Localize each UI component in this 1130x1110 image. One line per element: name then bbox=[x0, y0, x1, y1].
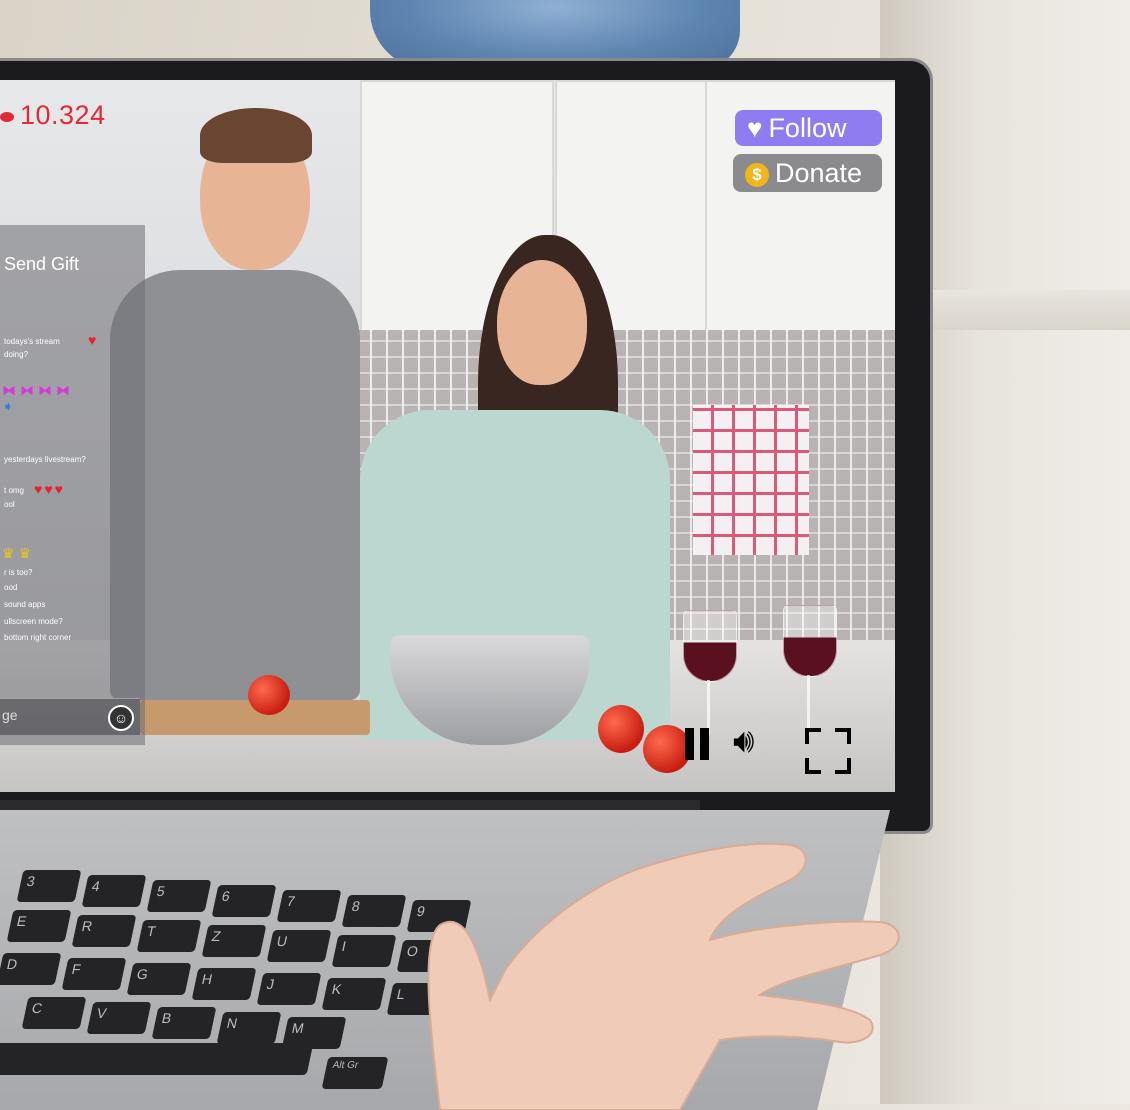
eye-icon bbox=[0, 111, 14, 122]
keyboard-key[interactable]: K bbox=[321, 978, 387, 1010]
stream-video[interactable]: 10.324 Send Gift todays's stream doing? … bbox=[0, 80, 895, 792]
wine-glass-stem bbox=[807, 675, 810, 730]
keyboard-key[interactable]: N bbox=[216, 1012, 282, 1044]
volume-icon[interactable]: 🔊︎ bbox=[733, 722, 754, 761]
bow-reaction-icon: ⧓⧓⧓⧓ bbox=[2, 382, 74, 398]
chat-message: bottom right corner bbox=[4, 633, 72, 642]
smiley-icon[interactable]: ☺ bbox=[108, 705, 134, 731]
background-shelf bbox=[905, 290, 1130, 330]
user-hand bbox=[427, 842, 900, 1110]
chat-message-input[interactable]: ge ☺ bbox=[0, 698, 140, 735]
keyboard-key[interactable]: 3 bbox=[16, 870, 82, 902]
keyboard-key[interactable]: 7 bbox=[276, 890, 342, 922]
follow-button[interactable]: ♥ Follow bbox=[735, 110, 882, 146]
tomato bbox=[643, 725, 691, 773]
keyboard-key[interactable]: R bbox=[71, 915, 137, 947]
crown-reaction-icon: ♛♛ bbox=[2, 545, 36, 561]
chat-message: ullscreen mode? bbox=[4, 617, 63, 626]
tomato bbox=[598, 705, 644, 753]
follow-label: Follow bbox=[768, 113, 847, 143]
tomato bbox=[248, 675, 290, 715]
keyboard-key[interactable]: C bbox=[21, 997, 87, 1029]
keyboard-key[interactable]: Alt Gr bbox=[321, 1057, 389, 1089]
donate-label: Donate bbox=[775, 158, 863, 188]
heart-reaction-icon: ♥ bbox=[88, 332, 97, 348]
fullscreen-icon[interactable] bbox=[805, 728, 851, 774]
keyboard-key[interactable]: B bbox=[151, 1007, 217, 1039]
keyboard-key[interactable]: 4 bbox=[81, 875, 147, 907]
heart-reaction-icon: ♥♥♥ bbox=[34, 481, 65, 497]
chat-message: todays's stream bbox=[4, 337, 60, 346]
keyboard-key[interactable]: 5 bbox=[146, 880, 212, 912]
photo-scene: 10.324 Send Gift todays's stream doing? … bbox=[0, 0, 1130, 1110]
send-gift-label[interactable]: Send Gift bbox=[4, 254, 79, 275]
wine-glass-stem bbox=[707, 680, 710, 735]
chat-panel[interactable] bbox=[0, 225, 145, 745]
keyboard-key[interactable]: E bbox=[6, 910, 72, 942]
coin-icon: $ bbox=[745, 162, 769, 187]
keyboard-key[interactable]: D bbox=[0, 953, 62, 985]
fish-reaction-icon: ➧ bbox=[2, 398, 14, 414]
chat-message: sound apps bbox=[4, 600, 46, 609]
keyboard-key[interactable]: F bbox=[61, 958, 127, 990]
keyboard-key[interactable]: 6 bbox=[211, 885, 277, 917]
donate-button[interactable]: $ Donate bbox=[733, 154, 882, 192]
keyboard-key[interactable]: V bbox=[86, 1002, 152, 1034]
keyboard-key[interactable]: H bbox=[191, 968, 257, 1000]
chat-message: yesterdays livestream? bbox=[4, 455, 86, 464]
pause-icon[interactable] bbox=[685, 728, 713, 760]
chat-message: t omg bbox=[4, 486, 25, 495]
wine-glass bbox=[683, 610, 737, 682]
chat-message: ool bbox=[4, 500, 15, 509]
chat-message: r is too? bbox=[4, 568, 33, 577]
chat-message: doing? bbox=[4, 350, 29, 359]
keyboard-key[interactable]: U bbox=[266, 930, 332, 962]
heart-icon: ♥ bbox=[747, 113, 763, 143]
keyboard-key[interactable]: Z bbox=[201, 925, 267, 957]
keyboard-key[interactable]: J bbox=[256, 973, 322, 1005]
keyboard-key[interactable]: G bbox=[126, 963, 192, 995]
chat-message: ood bbox=[4, 583, 18, 592]
keyboard-key[interactable]: I bbox=[331, 935, 397, 967]
viewer-count: 10.324 bbox=[0, 100, 106, 131]
viewer-count-value: 10.324 bbox=[20, 100, 106, 130]
wine-glass bbox=[783, 605, 837, 677]
keyboard-key[interactable]: 8 bbox=[341, 895, 407, 927]
spacebar[interactable] bbox=[0, 1043, 314, 1075]
chat-input-placeholder: ge bbox=[2, 707, 18, 723]
checkered-towel bbox=[693, 405, 809, 555]
keyboard-key[interactable]: T bbox=[136, 920, 202, 952]
